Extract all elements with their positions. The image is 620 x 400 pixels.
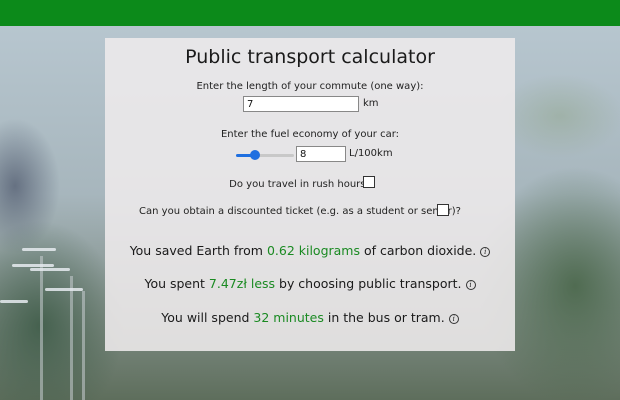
money-result: You spent 7.47zł less by choosing public… [105,276,515,291]
rush-hours-checkbox[interactable] [363,176,375,188]
info-icon[interactable]: i [480,247,491,257]
time-value: 32 minutes [253,310,324,325]
co2-value: 0.62 kilograms [266,243,360,258]
co2-result: You saved Earth from 0.62 kilograms of c… [105,243,515,258]
money-value: 7.47zł less [208,276,276,291]
fuel-slider[interactable] [236,149,294,161]
discount-checkbox[interactable] [437,204,449,216]
calculator-panel: Public transport calculator Enter the le… [105,38,515,351]
page-title: Public transport calculator [185,46,435,68]
fuel-label: Enter the fuel economy of your car: [220,129,400,140]
fuel-slider-thumb[interactable] [250,150,260,160]
info-icon[interactable]: i [448,314,459,324]
commute-unit: km [363,98,379,109]
time-result: You will spend 32 minutes in the bus or … [105,310,515,325]
rush-hours-label: Do you travel in rush hours? [229,179,371,190]
fuel-input[interactable]: 8 [296,146,346,162]
info-icon[interactable]: i [465,280,476,290]
commute-label: Enter the length of your commute (one wa… [196,81,424,92]
fuel-unit: L/100km [349,148,393,159]
top-bar [0,0,620,26]
commute-input[interactable]: 7 [243,96,359,112]
